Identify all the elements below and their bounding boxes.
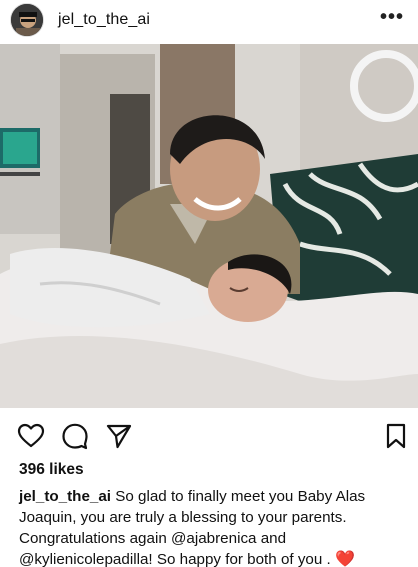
bookmark-icon[interactable]: [382, 422, 410, 450]
caption-text: and: [256, 530, 287, 547]
heart-outline-icon[interactable]: [17, 422, 45, 450]
post-header: jel_to_the_ai •••: [0, 0, 418, 40]
action-bar: [0, 418, 418, 454]
post-username[interactable]: jel_to_the_ai: [58, 11, 150, 29]
comment-icon[interactable]: [61, 422, 89, 450]
mention-link[interactable]: @kylienicolepadilla: [19, 551, 148, 567]
mention-link[interactable]: @ajabrenica: [171, 530, 257, 547]
send-icon[interactable]: [105, 422, 133, 450]
caption-text: ! So happy for both of you .: [148, 551, 335, 567]
avatar[interactable]: [10, 3, 44, 37]
caption-username[interactable]: jel_to_the_ai: [19, 488, 111, 505]
post-photo[interactable]: [0, 44, 418, 408]
heart-emoji: ❤️: [334, 551, 355, 567]
likes-count[interactable]: 396 likes: [19, 461, 84, 479]
ellipsis-icon[interactable]: •••: [380, 6, 404, 29]
post-caption: jel_to_the_ai So glad to finally meet yo…: [19, 486, 411, 567]
